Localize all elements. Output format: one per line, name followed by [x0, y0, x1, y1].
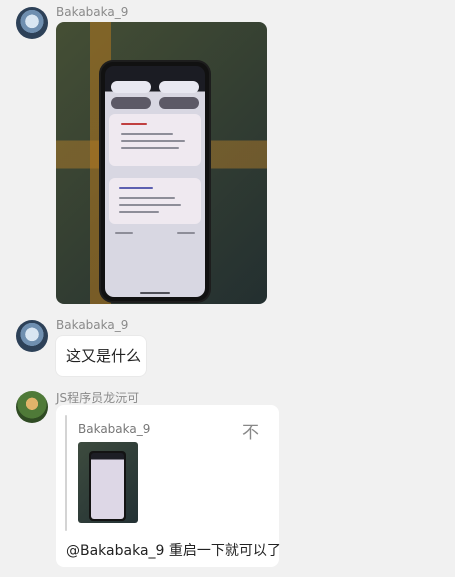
- phone-screen: [105, 66, 205, 297]
- avatar[interactable]: [16, 320, 48, 352]
- quoted-image-thumbnail[interactable]: [78, 442, 138, 523]
- quote-close-icon[interactable]: 不: [242, 418, 259, 443]
- thumbnail-screen: [91, 453, 124, 519]
- avatar[interactable]: [16, 7, 48, 39]
- thumbnail-phone: [89, 451, 126, 521]
- sender-name: Bakabaka_9: [56, 5, 129, 19]
- quote-bar: [65, 415, 67, 531]
- reply-text: @Bakabaka_9 重启一下就可以了: [66, 543, 281, 559]
- reply-message[interactable]: Bakabaka_9 不 @Bakabaka_9 重启一下就可以了: [56, 405, 281, 567]
- photo-message[interactable]: [56, 22, 267, 304]
- quoted-sender: Bakabaka_9: [78, 422, 151, 436]
- sender-name: JS程序员龙沅可: [56, 391, 140, 405]
- message-text: 这又是什么: [66, 347, 142, 365]
- phone-image: [101, 62, 209, 301]
- sender-name: Bakabaka_9: [56, 318, 129, 332]
- avatar[interactable]: [16, 391, 48, 423]
- message-bubble[interactable]: 这又是什么: [56, 336, 146, 376]
